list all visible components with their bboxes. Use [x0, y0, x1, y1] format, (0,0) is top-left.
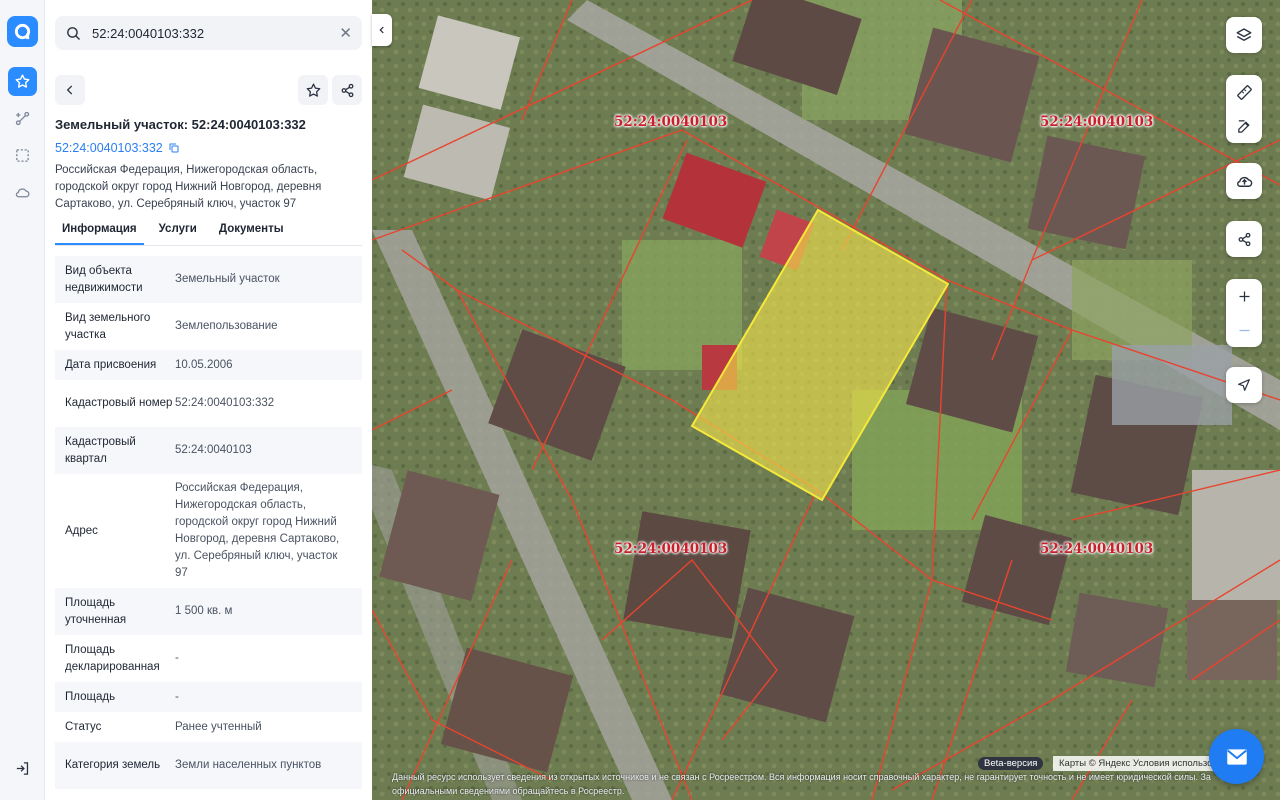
table-row: Площадь уточненная 1 500 кв. м — [55, 588, 362, 635]
layers-icon — [1236, 28, 1252, 41]
search-bar[interactable]: 52:24:0040103:332 ✕ — [55, 16, 362, 50]
logout-icon — [16, 762, 29, 775]
search-input[interactable]: 52:24:0040103:332 — [92, 26, 339, 41]
table-row: Адрес Российская Федерация, Нижегородская… — [65, 482, 340, 579]
ruler-icon — [1236, 84, 1252, 100]
plus-icon — [1239, 291, 1249, 301]
map-copyright[interactable]: Карты © Яндекс Условия использования — [1053, 756, 1223, 771]
route-icon — [15, 111, 30, 126]
zoom-controls — [1226, 279, 1262, 347]
logout-rail-button[interactable] — [8, 754, 37, 783]
cadastral-number-text[interactable]: 52:24:0040103:332 — [55, 141, 163, 155]
disclaimer-text: Данный ресурс использует сведения из отк… — [392, 772, 1211, 796]
tab-documents[interactable]: Документы — [212, 220, 291, 245]
select-area-icon — [16, 149, 29, 162]
table-row: Кадастровый номер 52:24:0040103:332 — [65, 397, 275, 409]
table-row: Статус Ранее учтенный — [65, 720, 262, 733]
tab-services[interactable]: Услуги — [152, 220, 204, 245]
beta-badge: Beta-версия — [978, 757, 1044, 770]
table-row: Вид объекта недвижимости Земельный участо… — [55, 256, 362, 303]
measure-tools-group — [1226, 75, 1262, 143]
share-button[interactable] — [332, 75, 362, 105]
table-row: Категория земель Земли населенных пунктов — [55, 742, 362, 789]
object-address: Российская Федерация, Нижегородская обла… — [55, 164, 322, 210]
select-area-rail-button[interactable] — [8, 141, 37, 170]
table-row: Кадастровый квартал 52:24:0040103 — [55, 427, 362, 474]
collapse-panel-button[interactable] — [372, 14, 392, 46]
share-icon — [1238, 232, 1250, 246]
favorites-rail-button[interactable] — [8, 67, 37, 96]
cadastral-quarter-label[interactable]: 52:24:0040103 — [1040, 541, 1153, 557]
cloud-icon — [15, 188, 30, 198]
back-button[interactable] — [55, 75, 85, 105]
edit-icon — [1237, 119, 1250, 133]
table-row: Площадь декларированная - — [65, 643, 179, 673]
map-view[interactable]: 52:24:0040103 52:24:0040103 52:24:004010… — [372, 0, 1280, 800]
chevron-left-icon — [66, 85, 73, 95]
star-icon — [15, 74, 30, 88]
share-icon — [341, 83, 353, 97]
info-table: Вид объекта недвижимости Земельный участо… — [55, 256, 362, 789]
upload-button[interactable] — [1226, 163, 1262, 199]
star-icon — [306, 82, 320, 97]
edit-button[interactable] — [1226, 109, 1262, 143]
copy-icon[interactable] — [168, 142, 180, 154]
add-favorite-button[interactable] — [298, 75, 328, 105]
zoom-in-button[interactable] — [1226, 279, 1262, 313]
map-share-button[interactable] — [1226, 221, 1262, 257]
route-rail-button[interactable] — [8, 104, 37, 133]
object-info-panel: 52:24:0040103:332 ✕ Земельный участок: 5… — [45, 0, 372, 800]
table-row: Дата присвоения 10.05.2006 — [55, 350, 362, 380]
cadastral-quarter-label[interactable]: 52:24:0040103 — [1040, 114, 1153, 130]
close-icon[interactable]: ✕ — [339, 24, 352, 42]
layers-button[interactable] — [1226, 17, 1262, 53]
zoom-out-button[interactable] — [1226, 313, 1262, 347]
cadastral-quarter-label[interactable]: 52:24:0040103 — [614, 114, 727, 130]
object-title: Земельный участок: 52:24:0040103:332 — [55, 117, 306, 132]
table-row: Вид земельного участка Землепользование — [65, 311, 278, 341]
upload-icon — [1236, 176, 1252, 187]
info-tabs: Информация Услуги Документы — [55, 220, 362, 246]
contact-button[interactable] — [1209, 729, 1264, 784]
left-rail — [0, 0, 45, 800]
ruler-button[interactable] — [1226, 75, 1262, 109]
logo-icon[interactable] — [7, 16, 38, 47]
tab-information[interactable]: Информация — [55, 220, 144, 245]
minus-icon — [1239, 329, 1249, 331]
search-icon — [67, 26, 81, 40]
chevron-left-icon — [379, 26, 384, 34]
cadastral-number-link[interactable]: 52:24:0040103:332 — [55, 141, 180, 155]
locate-icon — [1238, 379, 1250, 391]
cadastral-quarter-label[interactable]: 52:24:0040103 — [614, 541, 727, 557]
table-row: Площадь - — [55, 682, 362, 712]
mail-icon — [1226, 748, 1247, 765]
locate-button[interactable] — [1226, 367, 1262, 403]
cloud-rail-button[interactable] — [8, 178, 37, 207]
